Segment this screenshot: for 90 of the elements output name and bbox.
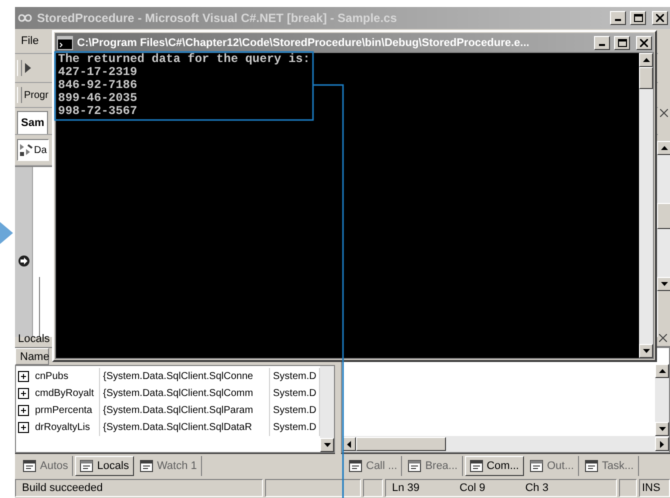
- window-icon: [470, 460, 484, 472]
- console-output-line: 998-72-3567: [58, 105, 138, 118]
- panel-title: Locals: [18, 332, 50, 345]
- scroll-down-button[interactable]: [320, 438, 334, 452]
- class-icon: [19, 143, 33, 157]
- maximize-icon: [634, 14, 642, 22]
- scrollbar[interactable]: [657, 141, 670, 291]
- panel-tab[interactable]: Task...: [580, 456, 639, 476]
- close-icon: [640, 38, 648, 46]
- scroll-up-icon: [660, 146, 668, 150]
- console-title: C:\Program Files\C#\Chapter12\Code\StoredProcedure\bin\Debug\StoredProcedure.e...: [77, 36, 530, 48]
- status-panel: [363, 479, 383, 497]
- panel-tab[interactable]: Com...: [464, 456, 524, 476]
- window-icon: [530, 460, 544, 472]
- table-cell: cmdByRoyalt: [32, 385, 100, 402]
- scroll-right-button[interactable]: [655, 437, 669, 451]
- scroll-down-button[interactable]: [639, 344, 653, 358]
- horizontal-scrollbar[interactable]: [342, 436, 669, 452]
- table-cell: drRoyaltyLis: [32, 419, 100, 436]
- console-output-line: 427-17-2319: [58, 66, 138, 79]
- table-cell: {System.Data.SqlClient.SqlDataR: [100, 419, 270, 436]
- scroll-up-icon: [658, 369, 666, 373]
- insert-mode: INS: [642, 482, 660, 494]
- toolbar-label: Progr: [24, 90, 48, 100]
- char-number: Ch 3: [525, 482, 548, 494]
- panel-tab[interactable]: Out...: [526, 456, 579, 476]
- status-message: Build succeeded: [22, 482, 103, 494]
- list-icon: [23, 460, 37, 472]
- scrollbar[interactable]: [655, 364, 669, 436]
- close-button[interactable]: [636, 36, 652, 50]
- minimize-button[interactable]: [594, 36, 610, 50]
- minimize-button[interactable]: [610, 11, 626, 25]
- status-panel: [619, 479, 637, 497]
- scroll-down-button[interactable]: [657, 277, 670, 291]
- minimize-icon: [599, 44, 605, 46]
- scroll-down-icon: [660, 282, 668, 286]
- panel-tab[interactable]: Call ...: [345, 456, 402, 476]
- scrollbar[interactable]: [639, 53, 653, 358]
- scroll-left-button[interactable]: [342, 437, 356, 451]
- app-icon: [17, 12, 33, 24]
- window-title: StoredProcedure - Microsoft Visual C#.NET [break] - Sample.cs: [37, 11, 398, 25]
- close-button[interactable]: [652, 11, 668, 25]
- console-output-line: The returned data for the query is:: [58, 53, 312, 66]
- pointer-arrow-icon: [0, 222, 13, 244]
- play-icon: [24, 63, 32, 73]
- column-number: Col 9: [460, 482, 486, 494]
- line-number: Ln 39: [392, 482, 420, 494]
- maximize-button[interactable]: [630, 11, 646, 25]
- scroll-up-button[interactable]: [639, 53, 653, 67]
- scroll-thumb[interactable]: [639, 67, 653, 89]
- window-icon: [584, 460, 599, 472]
- panel-tab[interactable]: Autos: [19, 456, 74, 476]
- list-icon: [140, 460, 154, 472]
- table-cell: prmPercenta: [32, 402, 100, 419]
- scroll-thumb[interactable]: [657, 203, 670, 229]
- scroll-left-icon: [347, 440, 351, 448]
- console-icon: [57, 36, 73, 50]
- scroll-down-icon: [642, 349, 650, 353]
- close-icon: [656, 14, 664, 22]
- console-output-line: 899-46-2035: [58, 92, 138, 105]
- close-icon: [659, 334, 667, 342]
- scroll-up-icon: [642, 58, 650, 62]
- list-icon: [80, 460, 94, 472]
- minimize-icon: [615, 19, 621, 21]
- table-cell: {System.Data.SqlClient.SqlComm: [100, 385, 270, 402]
- scrollbar[interactable]: [320, 366, 334, 452]
- maximize-icon: [618, 38, 626, 46]
- scroll-thumb[interactable]: [356, 437, 446, 451]
- panel-tab[interactable]: Locals: [75, 456, 134, 476]
- table-cell: {System.Data.SqlClient.SqlConne: [100, 368, 270, 385]
- table-cell: cnPubs: [32, 368, 100, 385]
- scroll-right-icon: [660, 440, 664, 448]
- current-line-arrow-icon: [18, 255, 30, 267]
- panel-tab[interactable]: Watch 1: [136, 456, 202, 476]
- scroll-down-button[interactable]: [655, 422, 669, 436]
- close-icon: [660, 109, 668, 117]
- scroll-down-icon: [658, 427, 666, 431]
- document-tab[interactable]: Sam: [17, 111, 48, 134]
- type-dropdown[interactable]: Da: [17, 139, 49, 161]
- column-header[interactable]: Name: [15, 348, 49, 365]
- scroll-up-button[interactable]: [657, 141, 670, 155]
- table-cell: {System.Data.SqlClient.SqlParam: [100, 402, 270, 419]
- scroll-down-icon: [324, 443, 330, 447]
- maximize-button[interactable]: [614, 36, 630, 50]
- window-icon: [349, 460, 363, 472]
- menu-item[interactable]: File: [17, 33, 43, 49]
- scroll-up-button[interactable]: [655, 364, 669, 378]
- window-icon: [408, 460, 422, 472]
- console-output-line: 846-92-7186: [58, 79, 138, 92]
- panel-tab[interactable]: Brea...: [404, 456, 463, 476]
